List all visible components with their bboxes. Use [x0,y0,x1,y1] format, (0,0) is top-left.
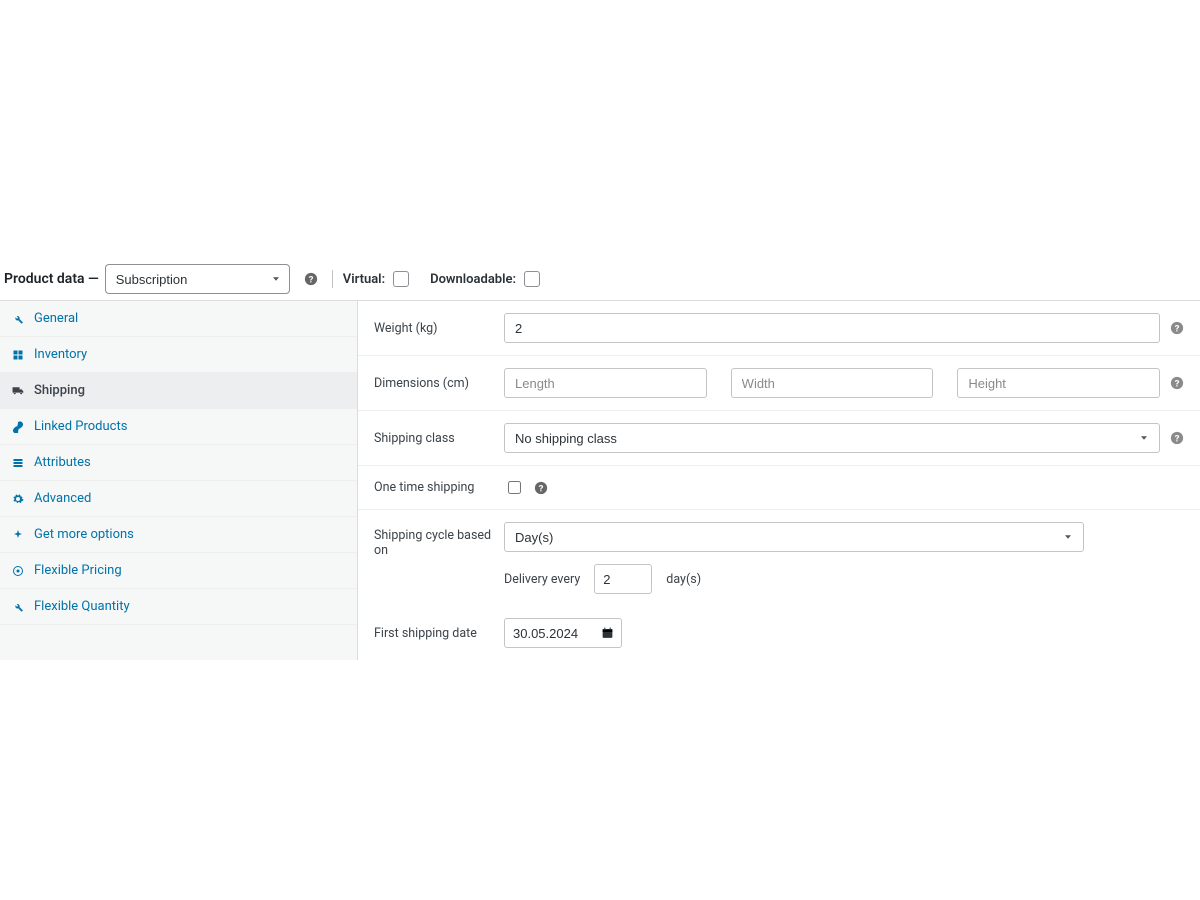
gear-icon [12,493,26,505]
product-data-title: Product data — [4,271,105,287]
truck-icon [12,385,26,397]
svg-text:?: ? [308,275,313,286]
attributes-icon [12,457,26,469]
shipping-cycle-select[interactable]: Day(s) [504,522,1084,552]
delivery-every-label: Delivery every [504,572,580,587]
help-icon[interactable]: ? [304,272,318,286]
virtual-checkbox[interactable] [393,271,409,287]
first-shipping-date-label: First shipping date [374,626,504,641]
tab-label: Shipping [34,383,85,398]
tab-label: Linked Products [34,419,127,434]
tab-shipping[interactable]: Shipping [0,373,357,408]
svg-text:?: ? [1175,324,1180,335]
tab-advanced[interactable]: Advanced [0,481,357,516]
one-time-shipping-row: One time shipping ? [358,466,1200,510]
tab-label: Flexible Pricing [34,563,122,578]
dimensions-label: Dimensions (cm) [374,376,504,391]
tab-label: Advanced [34,491,91,506]
one-time-shipping-checkbox[interactable] [508,481,521,494]
one-time-shipping-label: One time shipping [374,480,504,495]
first-shipping-date-row: First shipping date [358,606,1200,660]
weight-label: Weight (kg) [374,321,504,336]
tab-flexible-pricing[interactable]: Flexible Pricing [0,553,357,588]
help-icon[interactable]: ? [1170,321,1184,335]
shipping-cycle-label: Shipping cycle based on [374,522,504,558]
tab-label: Flexible Quantity [34,599,130,614]
tab-label: Attributes [34,455,91,470]
help-icon[interactable]: ? [1170,431,1184,445]
svg-text:?: ? [1175,434,1180,445]
shipping-cycle-row: Shipping cycle based on Day(s) Delivery … [358,510,1200,606]
shipping-class-label: Shipping class [374,431,504,446]
product-data-tabs: General Inventory Shipping Linked Produc… [0,301,358,660]
separator [332,270,333,288]
delivery-every-input[interactable] [594,564,652,594]
product-data-header: Product data — Subscription ? Virtual: D… [0,258,1200,301]
tab-label: Inventory [34,347,87,362]
downloadable-label: Downloadable: [430,272,516,287]
shipping-class-row: Shipping class No shipping class ? [358,411,1200,466]
tab-label: Get more options [34,527,134,542]
shipping-panel: Weight (kg) ? Dimensions (cm) ? Sh [358,301,1200,660]
tab-get-more[interactable]: Get more options [0,517,357,552]
dimensions-row: Dimensions (cm) ? [358,356,1200,411]
help-icon[interactable]: ? [534,481,548,495]
pricing-icon [12,565,26,577]
virtual-label: Virtual: [343,272,385,287]
tab-linked-products[interactable]: Linked Products [0,409,357,444]
tab-inventory[interactable]: Inventory [0,337,357,372]
shipping-class-select[interactable]: No shipping class [504,423,1160,453]
inventory-icon [12,349,26,361]
tab-attributes[interactable]: Attributes [0,445,357,480]
tab-label: General [34,311,78,326]
tab-general[interactable]: General [0,301,357,336]
svg-text:?: ? [1175,379,1180,390]
tab-flexible-quantity[interactable]: Flexible Quantity [0,589,357,624]
sparkle-icon [12,529,26,541]
wrench-icon [12,313,26,325]
weight-input[interactable] [504,313,1160,343]
svg-text:?: ? [539,483,544,494]
product-type-select[interactable]: Subscription [105,264,290,294]
height-input[interactable] [957,368,1160,398]
delivery-unit-label: day(s) [666,572,701,587]
width-input[interactable] [731,368,934,398]
downloadable-checkbox[interactable] [524,271,540,287]
wrench-icon [12,601,26,613]
weight-row: Weight (kg) ? [358,301,1200,356]
help-icon[interactable]: ? [1170,376,1184,390]
length-input[interactable] [504,368,707,398]
first-shipping-date-input[interactable] [504,618,622,648]
link-icon [12,421,26,433]
